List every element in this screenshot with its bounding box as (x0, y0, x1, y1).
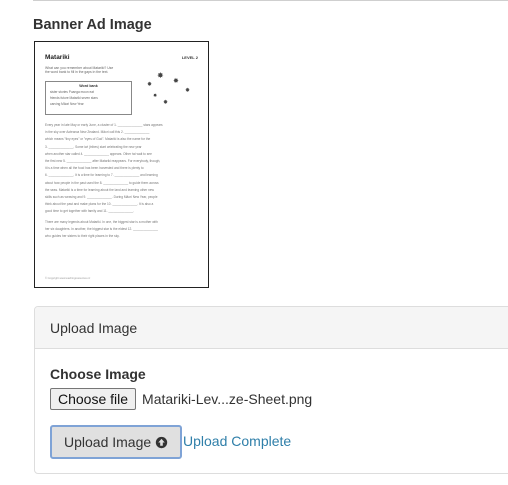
paragraph-line: 3. ______________. Some iwi (tribes) sta… (45, 144, 142, 149)
worksheet-paragraph: There are many legends about Matariki. I… (45, 219, 200, 241)
worksheet-instructions: What can you remember about Matariki? Us… (45, 66, 141, 75)
paragraph-line: which means "tiny eyes" or "eyes of God"… (45, 137, 151, 142)
word-bank-row: carving Māori New Year (50, 102, 84, 106)
paragraph-line: the seas. Matariki is a time for learnin… (45, 187, 154, 192)
star-icon: ✸ (173, 78, 179, 85)
worksheet-footer: © Copyright www.teachingresources.nz (45, 277, 91, 280)
star-icon: ✸ (185, 88, 191, 94)
panel-heading: Upload Image (35, 307, 508, 349)
upload-image-button[interactable]: Upload Image (50, 425, 183, 459)
banner-image-preview: Matariki LEVEL 2 What can you remember a… (34, 41, 209, 288)
paragraph-line: her six daughters. In another, the bigge… (45, 226, 158, 231)
file-input[interactable]: Choose file Matariki-Lev...ze-Sheet.png (50, 388, 312, 410)
upload-button-label: Upload Image (64, 434, 152, 450)
worksheet-paragraph: Every year in late May or early June, a … (45, 122, 200, 216)
panel-title: Upload Image (50, 320, 138, 336)
top-divider (33, 0, 508, 1)
instruction-line: the word bank to fill in the gaps in the… (45, 70, 109, 75)
paragraph-line: There are many legends about Matariki. I… (45, 219, 158, 224)
star-icon: ✸ (157, 71, 164, 80)
paragraph-line: about how people in the past used the 8.… (45, 180, 159, 185)
star-icon: ✸ (163, 100, 169, 106)
paragraph-line: good time to get together with family an… (45, 209, 135, 214)
choose-image-label: Choose Image (50, 366, 146, 382)
word-bank-title: Word bank (79, 84, 98, 88)
circle-arrow-up-icon (155, 436, 168, 449)
paragraph-line: who guides her sisters to their right pl… (45, 234, 120, 239)
word-bank: Word bank sister stories Puanga moon eat… (45, 81, 132, 115)
paragraph-line: think about the past and make plans for … (45, 202, 154, 207)
worksheet-title: Matariki (45, 54, 70, 61)
worksheet-body: Every year in late May or early June, a … (45, 122, 200, 243)
selected-file-name: Matariki-Lev...ze-Sheet.png (142, 391, 313, 407)
upload-status: Upload Complete (183, 433, 292, 449)
paragraph-line: skills such as weaving and 9. __________… (45, 195, 158, 200)
star-icon: ✸ (153, 93, 158, 99)
choose-file-button[interactable]: Choose file (50, 388, 137, 410)
star-icon: ✸ (147, 82, 153, 88)
banner-ad-image-label: Banner Ad Image (33, 17, 152, 33)
paragraph-line: Every year in late May or early June, a … (45, 123, 163, 127)
paragraph-line: the first new 5. ______________ after Ma… (45, 159, 161, 164)
worksheet-level: LEVEL 2 (181, 55, 198, 60)
paragraph-line: it is a time when all the food has been … (45, 166, 144, 171)
paragraph-line: in the sky over Aotearoa New Zealand. Mā… (45, 130, 150, 135)
upload-image-panel: Upload Image Choose Image Choose file Ma… (34, 306, 508, 474)
paragraph-line: 6. ______________. It is a time for lear… (45, 173, 158, 178)
paragraph-line: when another star called 4. ____________… (45, 151, 152, 156)
